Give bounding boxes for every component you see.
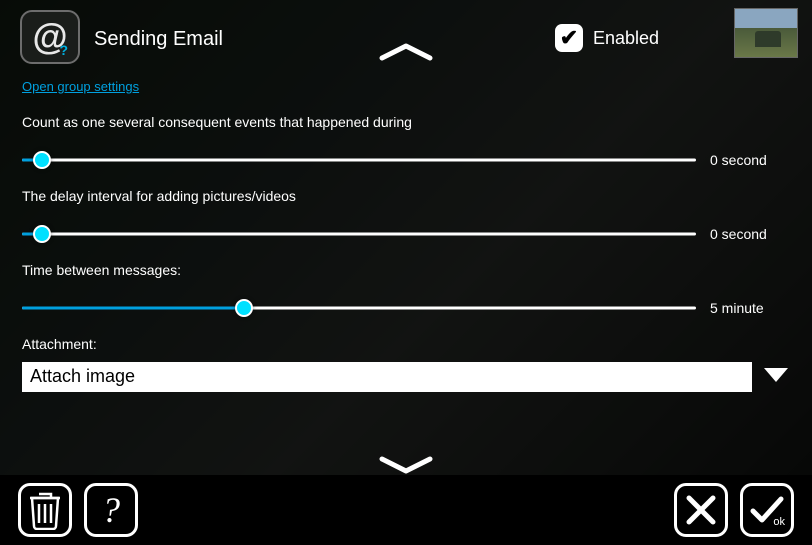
preview-thumbnail[interactable] xyxy=(734,8,798,58)
enabled-checkbox[interactable]: ✔ xyxy=(555,24,583,52)
setting-attachment: Attachment: Attach image xyxy=(22,336,790,392)
setting-label: Count as one several consequent events t… xyxy=(22,114,790,130)
attachment-label: Attachment: xyxy=(22,336,790,352)
scroll-down-button[interactable] xyxy=(376,455,436,475)
setting-label: The delay interval for adding pictures/v… xyxy=(22,188,790,204)
trash-icon xyxy=(28,490,62,530)
email-icon-button[interactable]: @ ? xyxy=(20,10,80,64)
scroll-up-button[interactable] xyxy=(376,42,436,62)
dropdown-icon[interactable] xyxy=(762,366,790,389)
attachment-select[interactable]: Attach image xyxy=(22,362,752,392)
slider-value: 0 second xyxy=(710,152,790,168)
slider-consequent-events[interactable] xyxy=(22,150,696,170)
slider-delay-interval[interactable] xyxy=(22,224,696,244)
setting-time-between: Time between messages: 5 minute xyxy=(22,262,790,318)
setting-label: Time between messages: xyxy=(22,262,790,278)
slider-knob[interactable] xyxy=(235,299,253,317)
delete-button[interactable] xyxy=(18,483,72,537)
help-button[interactable]: ? xyxy=(84,483,138,537)
setting-delay-interval: The delay interval for adding pictures/v… xyxy=(22,188,790,244)
ok-button[interactable]: ok xyxy=(740,483,794,537)
at-help-icon: ? xyxy=(59,42,68,58)
slider-time-between[interactable] xyxy=(22,298,696,318)
question-icon: ? xyxy=(102,489,120,531)
slider-value: 0 second xyxy=(710,226,790,242)
slider-value: 5 minute xyxy=(710,300,790,316)
enabled-toggle[interactable]: ✔ Enabled xyxy=(555,24,659,52)
footer-toolbar: ? ok xyxy=(0,475,812,545)
slider-knob[interactable] xyxy=(33,225,51,243)
ok-label: ok xyxy=(773,516,785,528)
close-icon xyxy=(685,494,717,526)
setting-consequent-events: Count as one several consequent events t… xyxy=(22,114,790,170)
cancel-button[interactable] xyxy=(674,483,728,537)
slider-knob[interactable] xyxy=(33,151,51,169)
open-group-settings-link[interactable]: Open group settings xyxy=(22,79,139,94)
enabled-label: Enabled xyxy=(593,28,659,49)
check-icon: ✔ xyxy=(560,27,578,49)
header: @ ? Sending Email ✔ Enabled xyxy=(0,0,812,72)
page-title: Sending Email xyxy=(94,28,223,51)
